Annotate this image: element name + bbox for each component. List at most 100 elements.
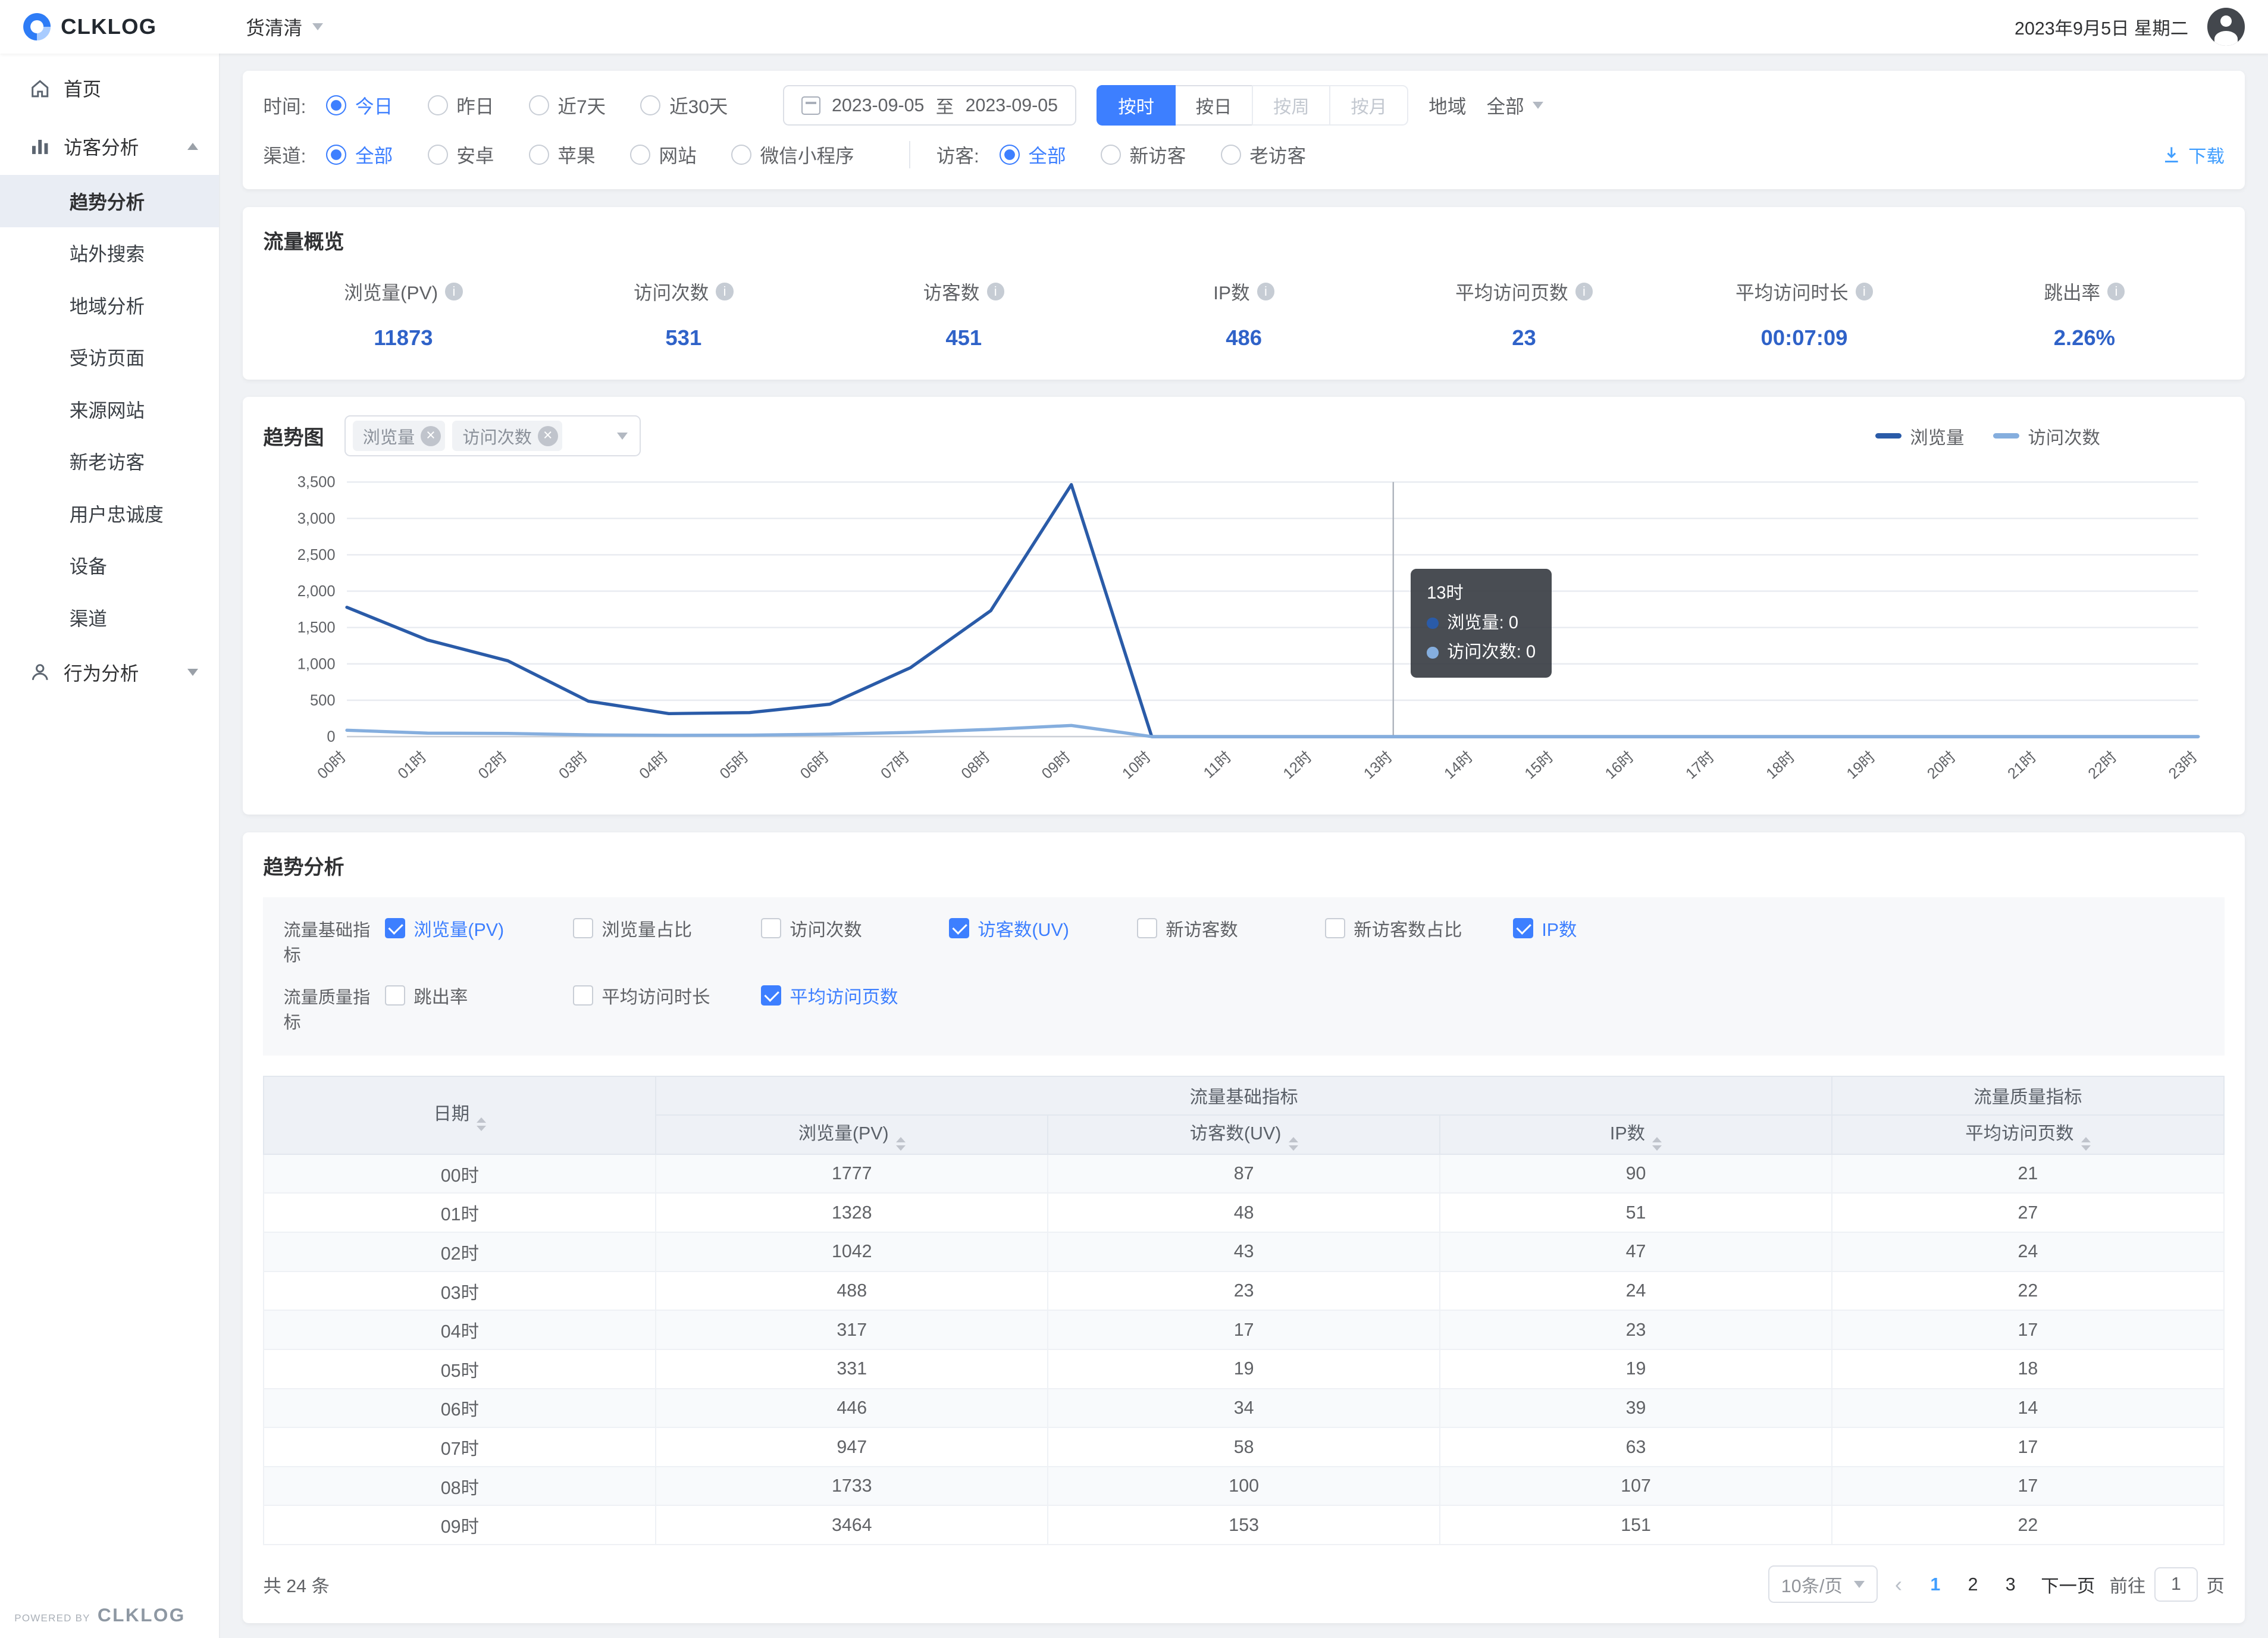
table-row[interactable]: 03时488232422 xyxy=(264,1271,2223,1311)
sidebar-item-4[interactable]: 地域分析 xyxy=(0,279,219,331)
info-icon[interactable]: i xyxy=(445,283,462,300)
channel-option-label: 微信小程序 xyxy=(760,141,854,168)
column-header[interactable]: 访客数(UV) xyxy=(1048,1115,1440,1154)
svg-text:00时: 00时 xyxy=(315,748,350,782)
metric-checkbox[interactable]: 访问次数 xyxy=(761,915,949,941)
granularity-button-1[interactable]: 按日 xyxy=(1174,85,1254,126)
analysis-title: 趋势分析 xyxy=(263,851,2224,880)
table-row[interactable]: 00时1777879021 xyxy=(264,1154,2223,1194)
table-row[interactable]: 01时1328485127 xyxy=(264,1193,2223,1232)
sidebar-item-5[interactable]: 受访页面 xyxy=(0,331,219,384)
granularity-button-0[interactable]: 按时 xyxy=(1097,85,1176,126)
legend-label: 浏览量 xyxy=(1910,423,1964,449)
info-icon[interactable]: i xyxy=(2107,283,2125,300)
column-header[interactable]: IP数 xyxy=(1440,1115,1832,1154)
table-row[interactable]: 04时317172317 xyxy=(264,1310,2223,1349)
chevron-up-icon xyxy=(187,143,198,150)
info-icon[interactable]: i xyxy=(1575,283,1593,300)
channel-option-1[interactable]: 安卓 xyxy=(428,141,494,168)
table-row[interactable]: 02时1042434724 xyxy=(264,1232,2223,1271)
radio-icon xyxy=(630,145,650,165)
sidebar-item-2[interactable]: 趋势分析 xyxy=(0,175,219,227)
column-header[interactable]: 平均访问页数 xyxy=(1832,1115,2224,1154)
column-header-date[interactable]: 日期 xyxy=(264,1076,656,1154)
sidebar-item-label: 来源网站 xyxy=(70,396,145,423)
table-row[interactable]: 08时173310010717 xyxy=(264,1467,2223,1506)
sidebar-item-0[interactable]: 首页 xyxy=(0,59,219,117)
sidebar-item-3[interactable]: 站外搜索 xyxy=(0,227,219,280)
granularity-button-group: 按时按日按周按月 xyxy=(1097,85,1408,126)
metric-checkbox[interactable]: 浏览量占比 xyxy=(573,915,761,941)
info-icon[interactable]: i xyxy=(1257,283,1274,300)
date-range-picker[interactable]: 2023-09-05 至 2023-09-05 xyxy=(783,85,1076,126)
metric-group-grid: 跳出率平均访问时长平均访问页数 xyxy=(385,982,2204,1009)
visitor-option-0[interactable]: 全部 xyxy=(1000,141,1066,168)
time-option-1[interactable]: 昨日 xyxy=(428,92,494,119)
download-button[interactable]: 下载 xyxy=(2162,142,2224,168)
channel-option-3[interactable]: 网站 xyxy=(630,141,697,168)
overview-title: 流量概览 xyxy=(263,226,2224,255)
granularity-button-2[interactable]: 按周 xyxy=(1252,85,1331,126)
time-option-2[interactable]: 近7天 xyxy=(529,92,606,119)
visitor-option-2[interactable]: 老访客 xyxy=(1221,141,1306,168)
project-selector[interactable]: 货清清 xyxy=(246,13,323,40)
channel-option-4[interactable]: 微信小程序 xyxy=(731,141,854,168)
sidebar-item-9[interactable]: 设备 xyxy=(0,540,219,592)
table-row[interactable]: 05时331191918 xyxy=(264,1349,2223,1389)
svg-text:18时: 18时 xyxy=(1763,748,1799,782)
metric-checkbox[interactable]: 访客数(UV) xyxy=(949,915,1137,941)
page-button-3[interactable]: 3 xyxy=(1994,1567,2026,1602)
column-header[interactable]: 浏览量(PV) xyxy=(656,1115,1048,1154)
page-button-1[interactable]: 1 xyxy=(1919,1567,1951,1602)
metric-multiselect[interactable]: 浏览量×访问次数× xyxy=(344,415,641,456)
visitor-filter-label: 访客: xyxy=(936,141,979,168)
sidebar-item-1[interactable]: 访客分析 xyxy=(0,117,219,175)
next-page-button[interactable]: 下一页 xyxy=(2041,1571,2095,1598)
legend-item[interactable]: 访问次数 xyxy=(1993,423,2100,449)
radio-icon xyxy=(326,95,346,115)
legend-item[interactable]: 浏览量 xyxy=(1875,423,1964,449)
line-chart[interactable]: 05001,0001,5002,0002,5003,0003,50000时01时… xyxy=(263,465,2224,809)
granularity-button-3[interactable]: 按月 xyxy=(1329,85,1408,126)
metric-checkbox[interactable]: 新访客数占比 xyxy=(1325,915,1513,941)
user-avatar[interactable] xyxy=(2207,8,2245,45)
channel-option-2[interactable]: 苹果 xyxy=(529,141,596,168)
time-option-0[interactable]: 今日 xyxy=(326,92,393,119)
table-row[interactable]: 07时947586317 xyxy=(264,1427,2223,1467)
table-cell: 151 xyxy=(1440,1505,1832,1545)
prev-page-button[interactable]: ‹ xyxy=(1892,1572,1905,1597)
sidebar-item-8[interactable]: 用户忠诚度 xyxy=(0,487,219,540)
metric-checkbox[interactable]: 浏览量(PV) xyxy=(385,915,573,941)
info-icon[interactable]: i xyxy=(716,283,733,300)
checkbox-label: 新访客数 xyxy=(1166,915,1238,941)
table-cell: 22 xyxy=(1832,1505,2224,1545)
svg-text:22时: 22时 xyxy=(2085,748,2120,782)
radio-icon xyxy=(1101,145,1121,165)
info-icon[interactable]: i xyxy=(1856,283,1873,300)
metric-checkbox[interactable]: 平均访问时长 xyxy=(573,982,761,1009)
table-row[interactable]: 06时446343914 xyxy=(264,1389,2223,1428)
info-icon[interactable]: i xyxy=(987,283,1004,300)
time-option-3[interactable]: 近30天 xyxy=(640,92,728,119)
metric-label: 访问次数 xyxy=(634,278,709,305)
region-select[interactable]: 全部 xyxy=(1486,92,1543,119)
selected-metric-tag: 访问次数× xyxy=(452,421,562,452)
sidebar-item-11[interactable]: 行为分析 xyxy=(0,644,219,701)
sidebar-item-6[interactable]: 来源网站 xyxy=(0,383,219,436)
table-row[interactable]: 09时346415315122 xyxy=(264,1505,2223,1545)
svg-text:01时: 01时 xyxy=(395,748,430,782)
close-icon[interactable]: × xyxy=(538,426,558,446)
metric-checkbox[interactable]: 平均访问页数 xyxy=(761,982,949,1009)
page-size-select[interactable]: 10条/页 xyxy=(1768,1565,1877,1603)
page-button-2[interactable]: 2 xyxy=(1957,1567,1988,1602)
close-icon[interactable]: × xyxy=(421,426,441,446)
metric-checkbox[interactable]: 新访客数 xyxy=(1137,915,1325,941)
metric-checkbox[interactable]: 跳出率 xyxy=(385,982,573,1009)
metric-checkbox[interactable]: IP数 xyxy=(1513,915,1701,941)
metric-value: 2.26% xyxy=(2054,325,2115,350)
channel-option-0[interactable]: 全部 xyxy=(326,141,393,168)
visitor-option-1[interactable]: 新访客 xyxy=(1101,141,1186,168)
goto-page-input[interactable]: 1 xyxy=(2154,1567,2198,1602)
sidebar-item-10[interactable]: 渠道 xyxy=(0,591,219,644)
sidebar-item-7[interactable]: 新老访客 xyxy=(0,436,219,488)
